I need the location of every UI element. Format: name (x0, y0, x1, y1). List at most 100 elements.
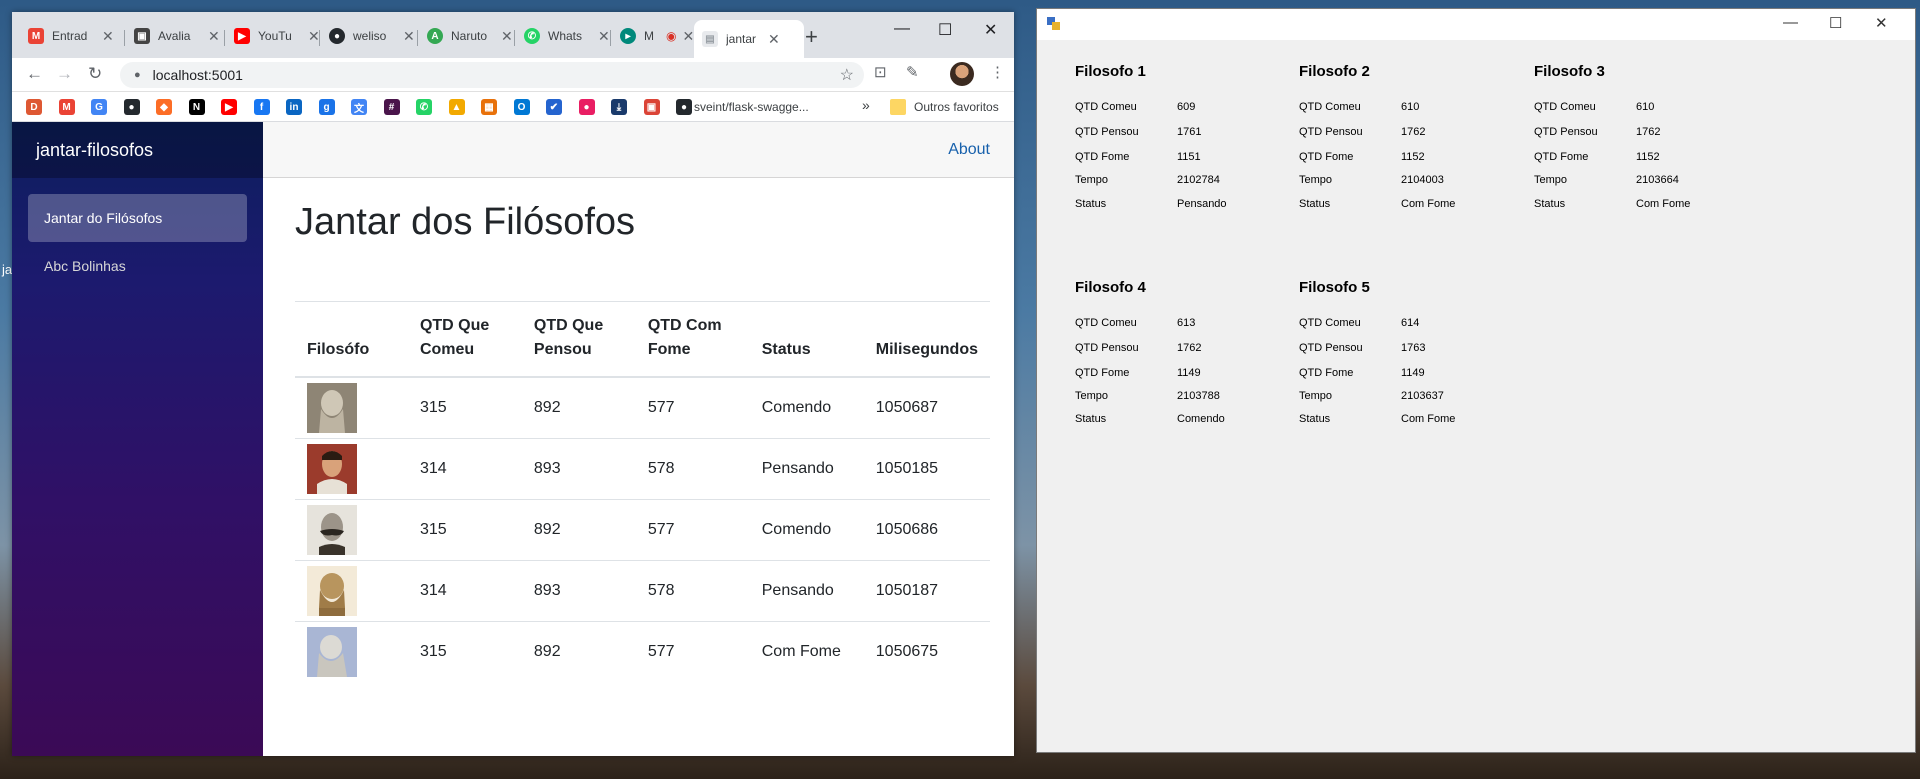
close-window-icon[interactable]: ✕ (1875, 14, 1888, 32)
tab-jantar[interactable]: ▤ jantar ✕ (694, 20, 804, 58)
cell-ms: 1050185 (863, 438, 990, 500)
close-icon[interactable]: ✕ (208, 28, 220, 45)
duckduckgo-icon[interactable]: D (26, 99, 42, 115)
desktop-text: ja (2, 262, 13, 277)
close-icon[interactable]: ✕ (403, 28, 415, 45)
brand[interactable]: jantar-filosofos (12, 122, 263, 178)
cell-pensou: 892 (521, 499, 636, 561)
cell-ms: 1050187 (863, 560, 990, 622)
nietzsche-portrait-image (307, 505, 357, 555)
panel-title: Filosofo 5 (1299, 279, 1370, 296)
notion-icon[interactable]: N (188, 99, 205, 115)
back-icon[interactable]: ← (26, 64, 43, 84)
calendar-check-icon[interactable]: ▣ (643, 99, 660, 115)
value-tempo: 2102784 (1177, 174, 1220, 186)
table-row: 314 893 578 Pensando 1050185 (295, 438, 990, 500)
label-fome: QTD Fome (1534, 151, 1589, 163)
sidebar-item-jantar[interactable]: Jantar do Filósofos (28, 194, 247, 242)
maximize-icon[interactable]: ☐ (938, 20, 952, 40)
outlook-icon[interactable]: O (513, 99, 530, 115)
cell-status: Com Fome (749, 621, 864, 683)
linkedin-icon[interactable]: in (286, 99, 302, 115)
label-comeu: QTD Comeu (1299, 101, 1361, 113)
close-icon[interactable]: ✕ (768, 31, 780, 48)
slack-icon[interactable]: # (383, 99, 400, 115)
folder-icon (890, 99, 906, 115)
philosopher-portrait (295, 499, 408, 561)
tab-gmail[interactable]: M Entrad ✕ (20, 22, 122, 50)
download-icon[interactable]: ⤓ (611, 99, 627, 115)
panel-title: Filosofo 4 (1075, 279, 1146, 296)
label-pensou: QTD Pensou (1299, 126, 1363, 138)
label-pensou: QTD Pensou (1075, 126, 1139, 138)
tab-meet[interactable]: ▸ M ◉ ✕ (612, 22, 702, 50)
bookmark-label[interactable]: sveint/flask-swagge... (694, 100, 809, 114)
close-window-icon[interactable]: ✕ (984, 20, 997, 40)
new-tab-icon[interactable]: + (805, 24, 818, 50)
unesp-icon[interactable]: ▲ (448, 99, 465, 115)
tab-label: jantar (726, 32, 757, 46)
close-icon[interactable]: ✕ (598, 28, 610, 45)
label-tempo: Tempo (1299, 174, 1333, 186)
about-link[interactable]: About (948, 141, 990, 159)
cell-comeu: 315 (407, 621, 522, 683)
label-fome: QTD Fome (1075, 367, 1130, 379)
tab-whatsapp[interactable]: ✆ Whats ✕ (516, 22, 618, 50)
label-fome: QTD Fome (1299, 367, 1354, 379)
cell-comeu: 314 (407, 560, 522, 622)
value-comeu: 613 (1177, 317, 1196, 329)
minimize-icon[interactable]: — (894, 20, 910, 38)
translate-icon[interactable]: 文 (351, 99, 367, 115)
maximize-icon[interactable]: ☐ (1829, 14, 1842, 32)
address-bar[interactable]: ● localhost:5001 ☆ (120, 62, 864, 88)
aristotle-bust-image (307, 383, 357, 433)
close-icon[interactable]: ✕ (102, 28, 114, 45)
github-icon[interactable]: ● (123, 99, 140, 115)
g-icon[interactable]: g (318, 99, 335, 115)
close-icon[interactable]: ✕ (682, 28, 694, 45)
tab-naruto[interactable]: A Naruto ✕ (419, 22, 521, 50)
tab-label: Whats (548, 29, 583, 43)
facebook-icon[interactable]: f (253, 99, 270, 115)
young-man-photo-image (307, 444, 357, 494)
tab-youtube[interactable]: ▶ YouTu ✕ (226, 22, 328, 50)
profile-avatar[interactable] (950, 62, 974, 86)
record-icon[interactable]: ● (578, 99, 595, 115)
close-icon[interactable]: ✕ (501, 28, 513, 45)
tab-classroom[interactable]: ▣ Avalia ✕ (126, 22, 228, 50)
cast-icon[interactable]: ⊡ (874, 63, 887, 81)
table-header-row: Filosófo QTD Que Comeu QTD Que Pensou QT… (295, 301, 990, 378)
panel-title: Filosofo 2 (1299, 63, 1370, 80)
page-title: Jantar dos Filósofos (295, 201, 636, 243)
menu-icon[interactable]: ⋮ (990, 63, 1005, 81)
url-text[interactable]: localhost:5001 (153, 67, 243, 83)
tab-label: YouTu (258, 29, 292, 43)
other-favorites[interactable]: Outros favoritos (914, 100, 999, 114)
value-status: Comendo (1177, 413, 1225, 425)
reload-icon[interactable]: ↻ (88, 64, 102, 84)
label-tempo: Tempo (1534, 174, 1568, 186)
calendar-icon[interactable]: ▦ (481, 99, 497, 115)
google-icon[interactable]: G (91, 99, 107, 115)
github-icon[interactable]: ● (676, 99, 692, 115)
forward-icon[interactable]: → (56, 64, 73, 84)
todo-icon[interactable]: ✔ (546, 99, 562, 115)
gmail-icon[interactable]: M (58, 99, 75, 115)
close-icon[interactable]: ✕ (308, 28, 320, 45)
classroom-icon: ▣ (134, 28, 150, 44)
sidebar-item-bolinhas[interactable]: Abc Bolinhas (28, 242, 247, 290)
value-pensou: 1763 (1401, 342, 1426, 354)
whatsapp-icon[interactable]: ✆ (416, 99, 432, 115)
philosopher-portrait (295, 621, 408, 683)
more-bookmarks-icon[interactable]: » (862, 97, 870, 113)
col-ms: Milisegundos (863, 301, 990, 378)
youtube-icon[interactable]: ▶ (221, 99, 237, 115)
gitlab-icon[interactable]: ◆ (156, 99, 172, 115)
cell-ms: 1050675 (863, 621, 990, 683)
gmail-icon: M (28, 28, 44, 44)
eyedropper-icon[interactable]: ✎ (906, 63, 919, 81)
star-icon[interactable]: ☆ (840, 65, 854, 85)
info-icon[interactable]: ● (134, 69, 141, 81)
minimize-icon[interactable]: — (1783, 14, 1798, 31)
tab-github[interactable]: ● weliso ✕ (321, 22, 423, 50)
